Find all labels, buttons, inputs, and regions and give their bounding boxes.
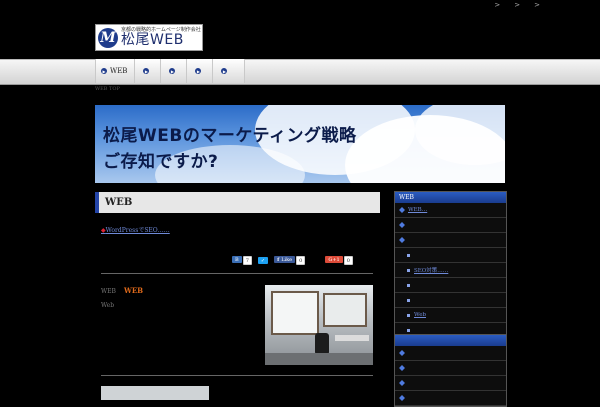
article-photo[interactable] (101, 386, 209, 400)
square-bullet-icon (407, 283, 410, 287)
sidebar-item[interactable] (395, 346, 506, 361)
twitter-button[interactable]: ✓ (257, 257, 269, 264)
sidebar-subitem[interactable]: SEO対策…… (395, 263, 506, 278)
sidebar-box-web: WEB WEB… SEO対策…… Web (394, 191, 507, 338)
sidebar-item[interactable] (395, 218, 506, 233)
nav-item-web[interactable]: ▶ WEB (95, 59, 136, 83)
wordpress-seo-link[interactable]: ◆WordPressでSEO…… (101, 225, 170, 234)
logo-name: 松尾WEB (121, 32, 184, 48)
office-photo[interactable] (265, 285, 373, 365)
gplus-count: 0 (343, 256, 353, 265)
article-title-text: WEB (123, 286, 144, 295)
logo-mark-icon: M (98, 27, 118, 48)
square-bullet-icon (407, 253, 410, 257)
section-heading: WEB (95, 192, 380, 213)
star-bullet-icon (399, 350, 405, 356)
like-count: 0 (296, 256, 306, 265)
square-bullet-icon (407, 328, 410, 332)
google-plus-button[interactable]: G+1 (325, 256, 343, 263)
logo-text: 京都の戦略的ホームページ制作会社 松尾WEB (121, 28, 201, 48)
nav-item-5[interactable]: ▶ (213, 59, 246, 83)
square-bullet-icon (407, 313, 410, 317)
nav-item-2[interactable]: ▶ (135, 59, 162, 83)
twitter-icon: ✓ (260, 257, 266, 264)
sidebar-item[interactable] (395, 233, 506, 248)
nav-item-3[interactable]: ▶ (161, 59, 188, 83)
marketing-banner[interactable]: 松尾WEBのマーケティング戦略 ご存知ですか? (95, 105, 505, 183)
chevron-right-icon: > (534, 1, 540, 9)
floor-shape (265, 353, 373, 365)
nav-item-label: WEB (110, 67, 128, 75)
sidebar-item-label: Web (414, 312, 426, 318)
square-bullet-icon (407, 298, 410, 302)
sidebar-subitem[interactable] (395, 278, 506, 293)
like-label: Like (281, 256, 293, 263)
facebook-icon: f (277, 256, 280, 263)
nav-bullet-icon: ▶ (221, 68, 228, 74)
nav-item-4[interactable]: ▶ (187, 59, 214, 83)
sidebar-subitem[interactable] (395, 293, 506, 308)
site-logo[interactable]: M 京都の戦略的ホームページ制作会社 松尾WEB (95, 24, 203, 51)
nav-bar (0, 59, 600, 85)
divider (101, 273, 373, 274)
bookmark-button[interactable]: B (232, 256, 242, 263)
top-link-2[interactable]: > (514, 1, 520, 9)
article-excerpt: Web (101, 302, 115, 309)
article-title[interactable]: WEB WEB (101, 286, 143, 295)
nav-bullet-icon: ▶ (101, 68, 107, 74)
sidebar-item-label: WEB… (408, 207, 428, 213)
sidebar-subitem[interactable] (395, 248, 506, 263)
square-bullet-icon (407, 268, 410, 272)
facebook-like-button[interactable]: f Like (274, 256, 296, 263)
chair-shape (315, 333, 329, 355)
chevron-right-icon: > (514, 1, 521, 9)
bookmark-count: 7 (242, 256, 252, 265)
top-links: > > > (494, 1, 540, 9)
breadcrumb[interactable]: WEB TOP (95, 86, 120, 92)
star-bullet-icon (399, 222, 405, 228)
sidebar-heading (395, 335, 506, 346)
nav-bullet-icon: ▶ (195, 68, 202, 74)
window-shape (323, 293, 367, 327)
desk-shape (335, 335, 369, 341)
nav-bullet-icon: ▶ (169, 68, 176, 74)
sidebar-heading: WEB (395, 192, 506, 203)
banner-subline: ご存知ですか? (103, 152, 219, 172)
sidebar-item[interactable]: WEB… (395, 203, 506, 218)
sidebar-subitem[interactable]: Web (395, 308, 506, 323)
article-prefix: WEB (101, 288, 116, 295)
sidebar-box-2 (394, 334, 507, 407)
star-bullet-icon (399, 237, 405, 243)
sidebar-item-label: SEO対策…… (414, 268, 449, 274)
top-link-1[interactable]: > (494, 1, 500, 9)
star-bullet-icon (399, 380, 405, 386)
window-shape (271, 291, 319, 335)
top-link-3[interactable]: > (534, 1, 540, 9)
main-nav: ▶ WEB ▶ ▶ ▶ ▶ (95, 59, 246, 83)
sidebar-item[interactable] (395, 391, 506, 406)
banner-headline: 松尾WEBのマーケティング戦略 (103, 126, 357, 146)
star-bullet-icon (399, 395, 405, 401)
star-bullet-icon (399, 207, 405, 213)
nav-bullet-icon: ▶ (143, 68, 150, 74)
chevron-right-icon: > (494, 1, 501, 9)
share-bar: B 7 ✓ f Like 0 G+1 0 (232, 256, 353, 265)
header (0, 12, 600, 59)
sidebar-item[interactable] (395, 361, 506, 376)
link-text: WordPressでSEO…… (105, 227, 170, 234)
divider (101, 375, 373, 376)
sidebar-item[interactable] (395, 376, 506, 391)
star-bullet-icon (399, 365, 405, 371)
